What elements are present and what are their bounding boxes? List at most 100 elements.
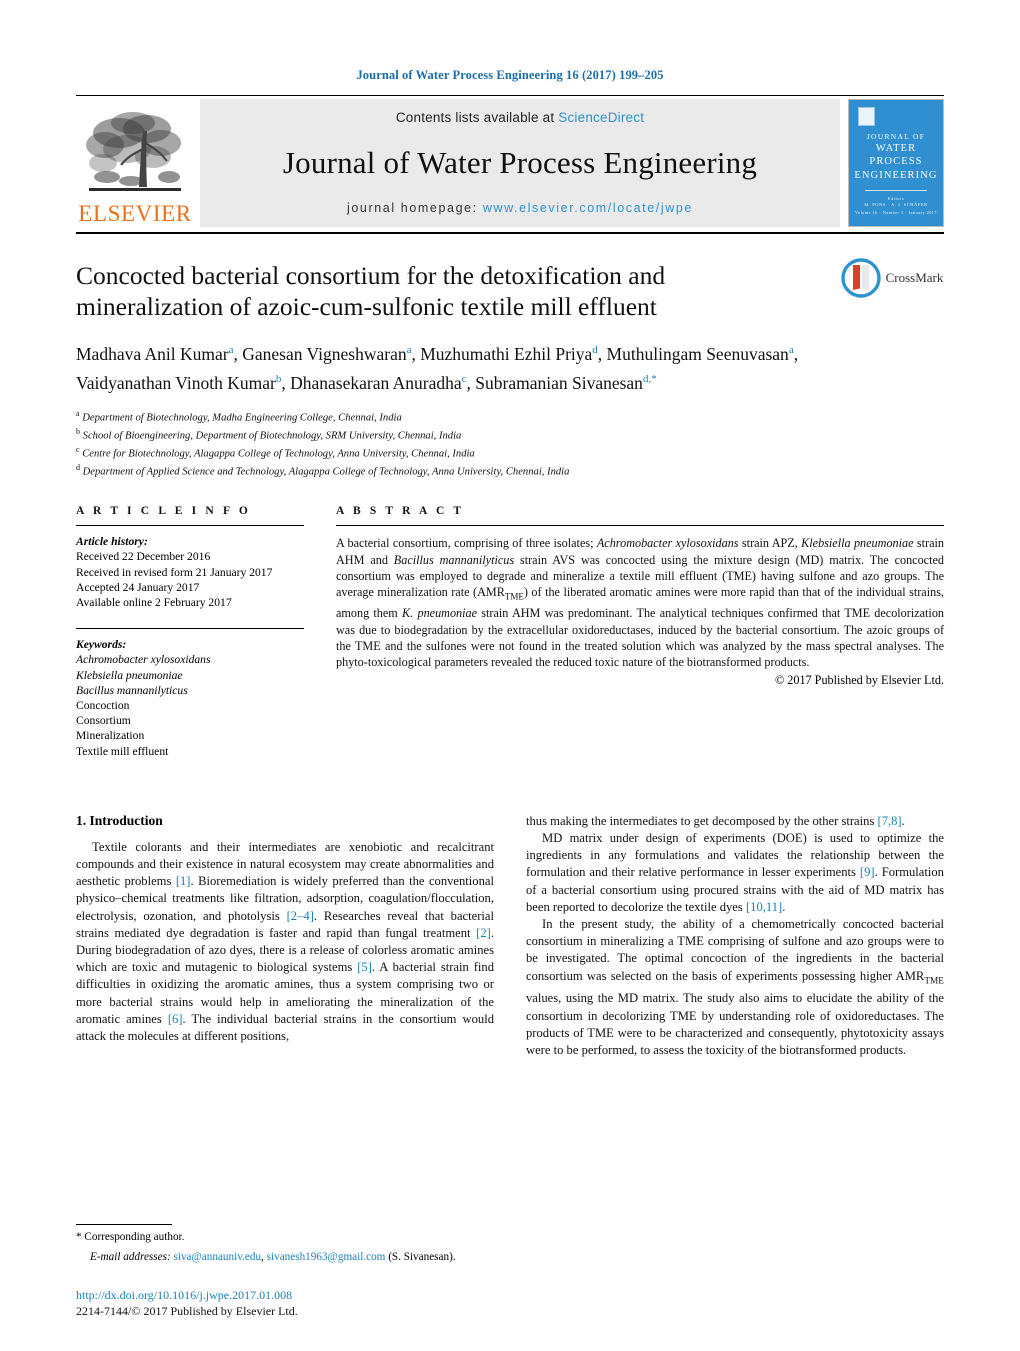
- section-title-introduction: 1. Introduction: [76, 812, 163, 828]
- keywords-rule: [76, 628, 304, 630]
- article-history-item: Accepted 24 January 2017: [76, 580, 200, 594]
- cover-line-1: JOURNAL OF: [866, 132, 926, 141]
- affiliation-marker: d: [76, 463, 80, 473]
- author-name: Muthulingam Seenuvasan: [606, 343, 789, 364]
- author-name: Subramanian Sivanesan: [475, 372, 643, 393]
- keywords-block: Keywords: Achromobacter xylosoxidans Kleb…: [76, 628, 304, 759]
- affiliation-marker: a: [76, 408, 80, 418]
- sciencedirect-link[interactable]: ScienceDirect: [558, 110, 644, 125]
- affiliation-list: a Department of Biotechnology, Madha Eng…: [76, 407, 944, 480]
- doi-block: http://dx.doi.org/10.1016/j.jwpe.2017.01…: [76, 1288, 298, 1319]
- contents-prefix: Contents lists available at: [395, 110, 559, 125]
- abstract-heading: A B S T R A C T: [336, 505, 465, 518]
- author-affiliation-marker: d,*: [642, 372, 657, 385]
- abstract-rule: [336, 525, 944, 527]
- elsevier-logo[interactable]: ELSEVIER: [76, 99, 194, 227]
- article-info-heading: A R T I C L E I N F O: [76, 505, 251, 518]
- abstract-copyright: © 2017 Published by Elsevier Ltd.: [774, 672, 944, 687]
- author-name: Ganesan Vigneshwaran: [242, 343, 407, 364]
- paper-page: Journal of Water Process Engineering 16 …: [0, 0, 1020, 1351]
- keywords-label: Keywords:: [76, 638, 127, 652]
- article-history: Article history: Received 22 December 20…: [76, 534, 304, 610]
- keyword-item: Klebsiella pneumoniae: [76, 668, 183, 682]
- keyword-item: Concoction: [76, 698, 130, 712]
- keyword-item: Mineralization: [76, 729, 145, 743]
- author-affiliation-marker: d: [592, 344, 598, 356]
- citation-link[interactable]: [2]: [476, 926, 491, 940]
- intro-paragraph-1: Textile colorants and their intermediate…: [76, 839, 494, 1044]
- author-affiliation-marker: a: [228, 344, 234, 356]
- citation-link[interactable]: [5]: [357, 960, 372, 974]
- cover-line-3: ENGINEERING: [854, 170, 938, 181]
- footnote-block: * Corresponding author. E-mail addresses…: [76, 1224, 506, 1265]
- running-head: Journal of Water Process Engineering 16 …: [356, 68, 664, 82]
- intro-paragraph-3: In the present study, the ability of a c…: [526, 917, 944, 1057]
- corresponding-author-note: * Corresponding author.: [76, 1231, 185, 1243]
- keywords-list: Keywords: Achromobacter xylosoxidans Kleb…: [76, 637, 304, 759]
- journal-homepage-line: journal homepage: www.elsevier.com/locat…: [347, 201, 693, 215]
- homepage-url-link[interactable]: www.elsevier.com/locate/jwpe: [483, 201, 693, 215]
- cover-line-2: WATER PROCESS: [869, 143, 923, 167]
- email-link-2[interactable]: sivanesh1963@gmail.com: [267, 1251, 386, 1263]
- masthead-center: Contents lists available at ScienceDirec…: [200, 99, 840, 227]
- article-history-item: Received in revised form 21 January 2017: [76, 565, 273, 579]
- cover-volume-line: Volume 16 · Number 1 · January 2017: [855, 210, 937, 215]
- citation-link[interactable]: [10,11]: [746, 900, 782, 914]
- affiliation-marker: b: [76, 426, 80, 436]
- article-info-rule: [76, 525, 304, 527]
- affiliation-item: d Department of Applied Science and Tech…: [76, 463, 570, 478]
- keyword-items: Achromobacter xylosoxidans Klebsiella pne…: [76, 652, 304, 758]
- intro-paragraph-2: MD matrix under design of experiments (D…: [526, 831, 944, 914]
- body-column-left: 1. Introduction Textile colorants and th…: [76, 813, 494, 1059]
- author-affiliation-marker: b: [275, 372, 282, 385]
- body-columns: 1. Introduction Textile colorants and th…: [76, 813, 944, 1059]
- citation-link[interactable]: [9]: [860, 865, 875, 879]
- affiliation-marker: c: [76, 444, 80, 454]
- cover-editors-names: M. PONS · A. I. SCHÄFER: [864, 201, 928, 207]
- affiliation-item: b School of Bioengineering, Department o…: [76, 426, 462, 442]
- doi-link[interactable]: http://dx.doi.org/10.1016/j.jwpe.2017.01…: [76, 1288, 298, 1303]
- article-info-column: A R T I C L E I N F O Article history: R…: [76, 505, 304, 759]
- journal-title: Journal of Water Process Engineering: [282, 145, 758, 180]
- intro-paragraph-1-continued: thus making the intermediates to get dec…: [526, 813, 905, 828]
- contents-available-line: Contents lists available at ScienceDirec…: [396, 110, 644, 125]
- elsevier-tree-icon: [86, 112, 181, 191]
- article-history-item: Available online 2 February 2017: [76, 595, 232, 609]
- author-list: Madhava Anil Kumara, Ganesan Vigneshwara…: [76, 343, 799, 393]
- affiliation-item: c Centre for Biotechnology, Alagappa Col…: [76, 444, 475, 460]
- body-column-right: thus making the intermediates to get dec…: [526, 813, 944, 1059]
- abstract-text: A bacterial consortium, comprising of th…: [336, 536, 945, 670]
- keyword-item: Textile mill effluent: [76, 744, 169, 758]
- email-owner: (S. Sivanesan).: [388, 1251, 456, 1263]
- author-affiliation-marker: c: [461, 372, 467, 385]
- crossmark-badge[interactable]: CrossMark: [840, 258, 944, 298]
- email-link-1[interactable]: siva@annauniv.edu: [173, 1251, 261, 1263]
- issn-copyright-line: 2214-7144/© 2017 Published by Elsevier L…: [76, 1304, 298, 1318]
- title-area: CrossMark Concocted bacterial consortium…: [76, 234, 944, 479]
- masthead-top-rule: [76, 95, 944, 96]
- elsevier-wordmark: ELSEVIER: [78, 201, 192, 226]
- keyword-item: Bacillus mannanilyticus: [76, 683, 188, 697]
- citation-link[interactable]: [2–4]: [287, 909, 314, 923]
- crossmark-icon: [840, 258, 881, 298]
- article-history-item: Received 22 December 2016: [76, 550, 211, 564]
- author-name: Muzhumathi Ezhil Priya: [420, 343, 593, 364]
- footnote-rule: [76, 1224, 172, 1225]
- cover-publisher-badge-icon: [858, 107, 875, 126]
- crossmark-label: CrossMark: [885, 270, 944, 285]
- homepage-prefix: journal homepage:: [347, 201, 483, 215]
- affiliation-item: a Department of Biotechnology, Madha Eng…: [76, 408, 402, 424]
- cover-divider: [865, 189, 927, 191]
- citation-link[interactable]: [6]: [168, 1012, 183, 1026]
- email-addresses-label: E-mail addresses:: [90, 1251, 171, 1263]
- journal-cover-thumbnail[interactable]: JOURNAL OF WATER PROCESS ENGINEERING Edi…: [848, 99, 944, 227]
- citation-link[interactable]: [1]: [176, 874, 191, 888]
- email-addresses-line: E-mail addresses: siva@annauniv.edu, siv…: [76, 1250, 506, 1265]
- citation-link[interactable]: [7,8]: [878, 814, 902, 828]
- author-name: Vaidyanathan Vinoth Kumar: [76, 372, 276, 393]
- article-history-items: Received 22 December 2016 Received in rev…: [76, 549, 304, 610]
- page-title: Concocted bacterial consortium for the d…: [76, 261, 666, 321]
- article-history-label: Article history:: [76, 535, 148, 549]
- journal-masthead: ELSEVIER Contents lists available at Sci…: [76, 99, 944, 227]
- abstract-column: A B S T R A C T A bacterial consortium, …: [336, 505, 944, 759]
